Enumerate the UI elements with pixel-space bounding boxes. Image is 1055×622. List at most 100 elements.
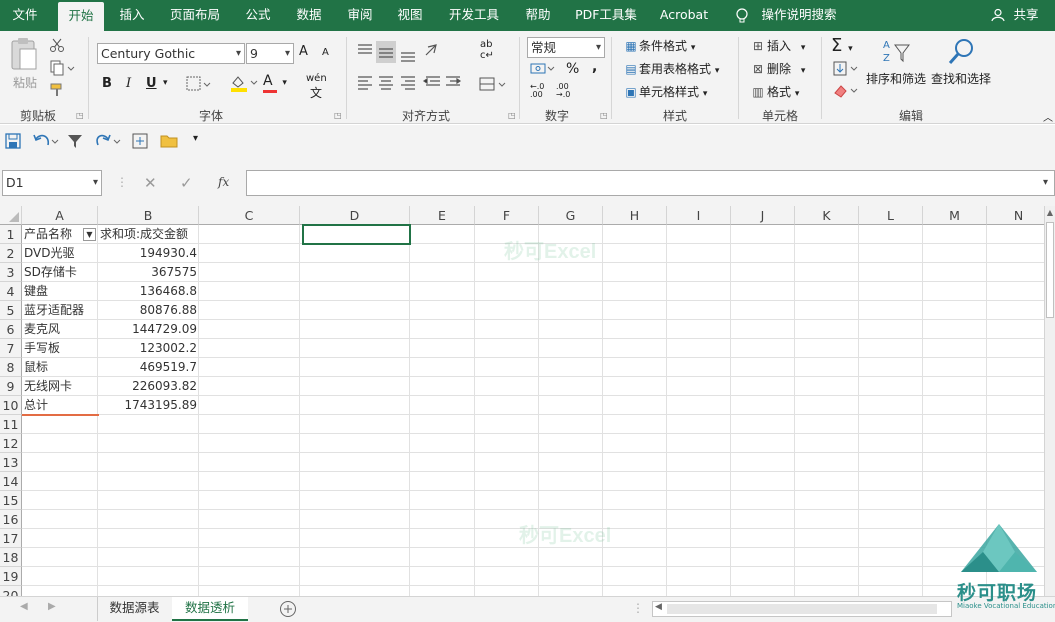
sort-filter-button[interactable]: AZ 排序和筛选 [866, 37, 926, 87]
font-name-select[interactable]: Century Gothic ▾ [97, 43, 245, 64]
row-header-20[interactable]: 20 [0, 586, 22, 596]
conditional-formatting-button[interactable]: ▦ 条件格式 ▾ [623, 37, 695, 54]
column-header-i[interactable]: I [667, 206, 731, 225]
row-header-15[interactable]: 15 [0, 491, 22, 510]
column-header-l[interactable]: L [859, 206, 923, 225]
row-header-10[interactable]: 10 [0, 396, 22, 415]
currency-icon[interactable] [530, 61, 558, 80]
row-header-18[interactable]: 18 [0, 548, 22, 567]
horizontal-scrollbar[interactable]: ◀ [652, 601, 952, 617]
row-header-16[interactable]: 16 [0, 510, 22, 529]
bold-button[interactable]: B [102, 76, 112, 91]
cut-icon[interactable] [49, 37, 65, 56]
cancel-icon[interactable]: ✕ [144, 174, 157, 192]
pivot-item-name[interactable]: 手写板 [24, 339, 98, 358]
worksheet-grid[interactable]: ABCDEFGHIJKLMN 1 2 3 4 5 6 7 8 9 10 11 12 13 14 15 16 17… [0, 206, 1044, 596]
clear-icon[interactable] [833, 83, 861, 102]
tab-view[interactable]: 视图 [390, 0, 430, 31]
tab-splitter-icon[interactable]: ⋮ [632, 601, 644, 615]
column-header-a[interactable]: A [22, 206, 98, 225]
tab-acrobat[interactable]: Acrobat [652, 0, 716, 31]
filter-dropdown-icon[interactable]: ▼ [83, 228, 96, 241]
sheet-tab-source[interactable]: 数据源表 [97, 597, 171, 621]
row-header-13[interactable]: 13 [0, 453, 22, 472]
column-header-c[interactable]: C [199, 206, 300, 225]
screenshot-icon[interactable] [132, 133, 148, 152]
row-header-19[interactable]: 19 [0, 567, 22, 586]
scroll-thumb[interactable] [1046, 222, 1054, 318]
row-header-1[interactable]: 1 [0, 225, 22, 244]
comma-button[interactable]: , [592, 59, 597, 75]
column-header-n[interactable]: N [987, 206, 1044, 225]
tab-developer[interactable]: 开发工具 [440, 0, 508, 31]
column-header-k[interactable]: K [795, 206, 859, 225]
number-format-select[interactable]: 常规 ▾ [527, 37, 605, 58]
tell-me-search[interactable]: 操作说明搜索 [758, 0, 840, 31]
select-all-corner[interactable] [0, 206, 22, 225]
name-box[interactable]: D1 ▾ [2, 170, 102, 196]
redo-icon[interactable] [96, 133, 124, 152]
pivot-item-value[interactable]: 136468.8 [99, 282, 197, 301]
italic-button[interactable]: I [126, 76, 131, 91]
column-header-g[interactable]: G [539, 206, 603, 225]
pivot-item-name[interactable]: 鼠标 [24, 358, 98, 377]
row-header-14[interactable]: 14 [0, 472, 22, 491]
scroll-left-icon[interactable]: ◀ [655, 602, 662, 612]
pivot-total-value[interactable]: 1743195.89 [99, 396, 197, 415]
tab-review[interactable]: 审阅 [340, 0, 380, 31]
tab-help[interactable]: 帮助 [518, 0, 558, 31]
tab-insert[interactable]: 插入 [112, 0, 152, 31]
pivot-item-value[interactable]: 469519.7 [99, 358, 197, 377]
copy-icon[interactable] [49, 60, 75, 79]
customize-qat-icon[interactable]: ▾ [193, 133, 198, 144]
enter-icon[interactable]: ✓ [180, 174, 193, 192]
open-folder-icon[interactable] [160, 133, 178, 152]
phonetic-button[interactable]: wén 文 [306, 73, 327, 100]
column-header-m[interactable]: M [923, 206, 987, 225]
border-icon[interactable] [186, 76, 212, 95]
row-header-9[interactable]: 9 [0, 377, 22, 396]
find-select-button[interactable]: 查找和选择 [930, 37, 992, 87]
insert-cells-button[interactable]: ⊞ 插入 ▾ [749, 37, 805, 54]
row-header-12[interactable]: 12 [0, 434, 22, 453]
pivot-item-value[interactable]: 123002.2 [99, 339, 197, 358]
pivot-total-label[interactable]: 总计 [24, 396, 98, 415]
percent-button[interactable]: % [566, 61, 579, 77]
row-header-11[interactable]: 11 [0, 415, 22, 434]
row-header-4[interactable]: 4 [0, 282, 22, 301]
tab-file[interactable]: 文件 [0, 0, 50, 31]
fill-color-icon[interactable] [229, 73, 259, 96]
add-sheet-icon[interactable] [279, 600, 297, 621]
column-header-h[interactable]: H [603, 206, 667, 225]
autosum-icon[interactable]: Σ ▾ [831, 35, 853, 56]
row-header-7[interactable]: 7 [0, 339, 22, 358]
format-as-table-button[interactable]: ▤ 套用表格格式 ▾ [623, 60, 719, 77]
row-header-8[interactable]: 8 [0, 358, 22, 377]
paste-button[interactable]: 粘贴 [8, 37, 42, 97]
column-header-f[interactable]: F [475, 206, 539, 225]
underline-button[interactable]: U [146, 76, 157, 91]
pivot-item-name[interactable]: 蓝牙适配器 [24, 301, 98, 320]
save-icon[interactable] [5, 133, 21, 152]
sheet-next-icon[interactable]: ▶ [48, 601, 56, 612]
hscroll-thumb[interactable] [667, 604, 937, 614]
collapse-ribbon-icon[interactable]: ︿ [1043, 109, 1053, 124]
column-header-j[interactable]: J [731, 206, 795, 225]
pivot-item-name[interactable]: DVD光驱 [24, 244, 98, 263]
pivot-item-name[interactable]: 无线网卡 [24, 377, 98, 396]
delete-cells-button[interactable]: ⊠ 删除 ▾ [749, 60, 805, 77]
column-header-b[interactable]: B [98, 206, 199, 225]
pivot-header-sum[interactable]: 求和项:成交金额 [100, 225, 200, 244]
pivot-item-value[interactable]: 194930.4 [99, 244, 197, 263]
row-header-5[interactable]: 5 [0, 301, 22, 320]
sheet-tab-pivot[interactable]: 数据透析 [172, 597, 248, 621]
tab-pdf-tools[interactable]: PDF工具集 [570, 0, 642, 31]
shrink-font-button[interactable]: A [322, 47, 329, 58]
pivot-item-name[interactable]: SD存储卡 [24, 263, 98, 282]
formula-input[interactable]: ▾ [246, 170, 1055, 196]
pivot-item-name[interactable]: 麦克风 [24, 320, 98, 339]
launcher-icon[interactable]: ◳ [76, 111, 84, 120]
format-cells-button[interactable]: ▥ 格式 ▾ [749, 83, 799, 100]
tab-formulas[interactable]: 公式 [238, 0, 278, 31]
row-header-17[interactable]: 17 [0, 529, 22, 548]
